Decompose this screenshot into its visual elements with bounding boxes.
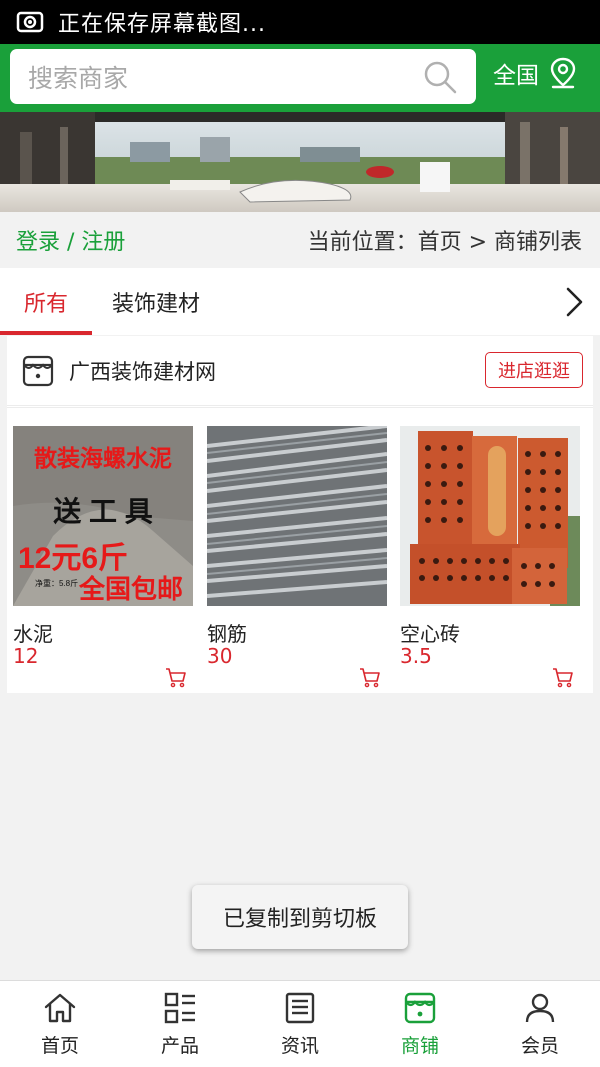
- product-name: 空心砖: [400, 622, 460, 646]
- product-price: 12: [13, 644, 39, 668]
- nav-label: 首页: [40, 1035, 79, 1057]
- promo-text: 全国包邮: [78, 574, 183, 604]
- news-icon: [285, 992, 315, 1024]
- breadcrumb-row: 登录 / 注册 当前位置：首页 > 商铺列表: [0, 212, 600, 268]
- product-price: 30: [207, 644, 233, 668]
- product-list: 散装海螺水泥 送 工 具 12元6斤 净重：5.8斤 全国包邮 水泥 12 钢筋…: [7, 407, 593, 693]
- shop-header: 广西装饰建材网 进店逛逛: [7, 336, 593, 406]
- nav-item-products[interactable]: 产品: [120, 981, 240, 1067]
- cart-icon[interactable]: [552, 666, 574, 688]
- nav-label: 会员: [520, 1035, 559, 1057]
- cart-icon[interactable]: [359, 666, 381, 688]
- tab-label: 所有: [23, 291, 68, 317]
- nav-label: 商铺: [400, 1035, 439, 1057]
- status-text: 正在保存屏幕截图...: [58, 12, 266, 37]
- shop-icon: [404, 992, 436, 1024]
- product-image-rebar[interactable]: [207, 426, 387, 606]
- region-label: 全国: [493, 63, 539, 89]
- nav-item-member[interactable]: 会员: [480, 981, 600, 1067]
- chevron-right-icon[interactable]: [562, 286, 586, 318]
- region-selector[interactable]: 全国: [493, 56, 579, 90]
- nav-item-news[interactable]: 资讯: [240, 981, 360, 1067]
- product-item[interactable]: 空心砖 3.5: [400, 426, 580, 688]
- promo-text: 12元6斤: [18, 542, 128, 575]
- search-box[interactable]: 搜索商家: [10, 49, 476, 104]
- home-icon: [44, 993, 76, 1023]
- product-image-hollow-brick[interactable]: [400, 426, 580, 606]
- location-icon: [550, 57, 576, 89]
- screenshot-icon: [16, 11, 44, 33]
- bottom-nav: 首页 产品 资讯 商铺 会员: [0, 980, 600, 1067]
- product-image-cement[interactable]: 散装海螺水泥 送 工 具 12元6斤 净重：5.8斤 全国包邮: [13, 426, 193, 606]
- nav-label: 资讯: [280, 1035, 319, 1057]
- tab-all[interactable]: 所有: [0, 268, 92, 335]
- cart-icon[interactable]: [165, 666, 187, 688]
- store-icon: [22, 355, 54, 386]
- banner-image[interactable]: [0, 112, 600, 212]
- visit-shop-button[interactable]: 进店逛逛: [485, 352, 583, 388]
- nav-label: 产品: [160, 1035, 199, 1057]
- member-icon: [525, 993, 555, 1023]
- search-icon[interactable]: [422, 59, 458, 95]
- promo-text: 净重：5.8斤: [35, 578, 78, 588]
- tab-label: 装饰建材: [112, 291, 201, 317]
- active-tab-indicator: [0, 331, 92, 335]
- product-name: 水泥: [13, 622, 53, 646]
- status-bar: 正在保存屏幕截图...: [0, 0, 600, 44]
- product-name: 钢筋: [207, 622, 247, 646]
- tab-decoration-materials[interactable]: 装饰建材: [112, 268, 200, 335]
- category-tabs: 所有 装饰建材: [0, 268, 600, 335]
- promo-text: 送 工 具: [53, 496, 153, 527]
- product-item[interactable]: 散装海螺水泥 送 工 具 12元6斤 净重：5.8斤 全国包邮 水泥 12: [13, 426, 193, 688]
- login-register-link[interactable]: 登录 / 注册: [16, 224, 125, 256]
- product-list-icon: [164, 992, 195, 1024]
- app-header: 搜索商家 全国: [0, 44, 600, 112]
- shop-card: 广西装饰建材网 进店逛逛 散装海螺水泥 送 工 具 12元6斤 净重：5.8斤 …: [7, 336, 593, 693]
- shop-name[interactable]: 广西装饰建材网: [69, 356, 216, 386]
- product-item[interactable]: 钢筋 30: [207, 426, 387, 688]
- product-price: 3.5: [400, 644, 432, 668]
- search-input[interactable]: 搜索商家: [28, 59, 422, 95]
- nav-item-home[interactable]: 首页: [0, 981, 120, 1067]
- nav-item-shops[interactable]: 商铺: [360, 981, 480, 1067]
- toast-message: 已复制到剪切板: [192, 885, 408, 949]
- promo-text: 散装海螺水泥: [34, 445, 172, 471]
- breadcrumb: 当前位置：首页 > 商铺列表: [307, 230, 582, 255]
